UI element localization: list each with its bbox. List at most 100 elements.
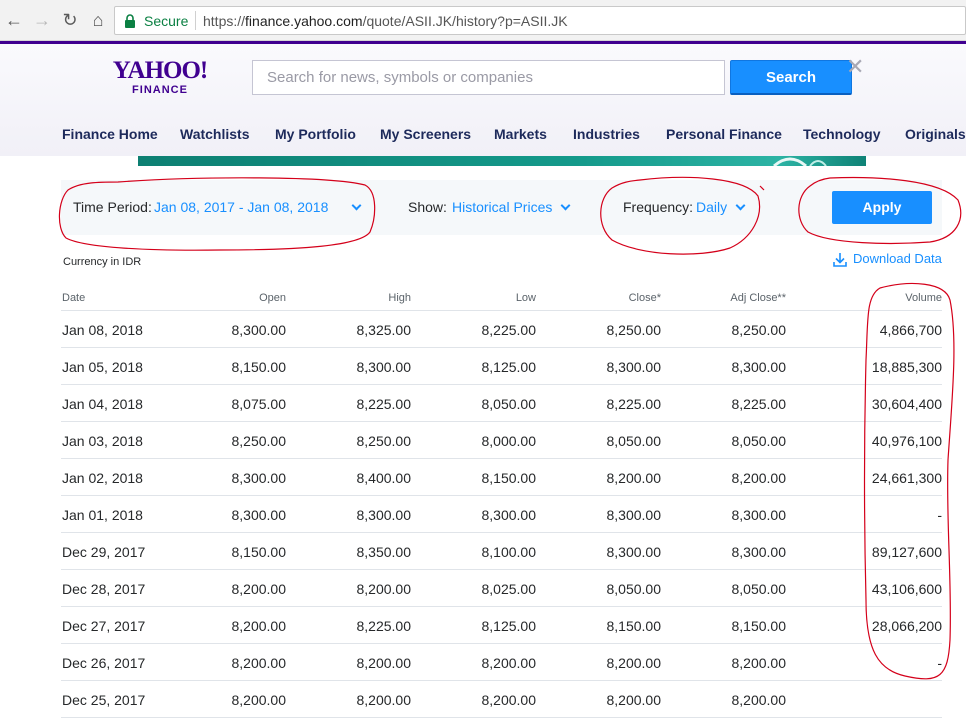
cell-low: 8,150.00 [481, 470, 537, 486]
cell-close: 8,150.00 [606, 618, 662, 634]
cell-high: 8,225.00 [356, 396, 412, 412]
cell-adj-close: 8,250.00 [731, 322, 787, 338]
cell-high: 8,250.00 [356, 433, 412, 449]
search-input[interactable]: Search for news, symbols or companies [252, 60, 725, 95]
nav-item-markets[interactable]: Markets [494, 126, 547, 142]
col-header-adj-close: Adj Close** [730, 292, 786, 304]
show-select[interactable]: Historical Prices [452, 199, 571, 215]
cell-close: 8,250.00 [606, 322, 662, 338]
cell-date: Dec 26, 2017 [62, 655, 146, 671]
logo-sub: FINANCE [132, 84, 188, 96]
nav-item-originals[interactable]: Originals [905, 126, 966, 142]
chevron-down-icon [560, 200, 571, 211]
nav-item-personal-finance[interactable]: Personal Finance [666, 126, 782, 142]
secure-label: Secure [144, 13, 189, 29]
cell-volume: 30,604,400 [871, 396, 942, 412]
historical-prices-table: Date Open High Low Close* Adj Close** Vo… [61, 286, 942, 718]
reload-icon[interactable]: ↻ [59, 9, 81, 31]
cell-date: Dec 27, 2017 [62, 618, 146, 634]
cell-close: 8,200.00 [606, 692, 662, 708]
col-header-low: Low [515, 292, 536, 304]
apply-button[interactable]: Apply [832, 191, 932, 224]
search-button[interactable]: Search [730, 60, 852, 95]
banner-graphic [773, 157, 827, 166]
cell-date: Jan 04, 2018 [62, 396, 143, 412]
cell-low: 8,200.00 [481, 692, 537, 708]
main-nav: Finance Home Watchlists My Portfolio My … [0, 126, 966, 148]
address-bar[interactable]: Secure https://finance.yahoo.com/quote/A… [114, 6, 966, 35]
table-row: Dec 25, 2017 8,200.00 8,200.00 8,200.00 8,20… [61, 681, 942, 718]
show-label: Show: [408, 199, 447, 215]
cell-volume: - [937, 655, 942, 671]
currency-note: Currency in IDR [63, 256, 142, 268]
download-label: Download Data [853, 251, 942, 266]
table-row: Jan 01, 2018 8,300.00 8,300.00 8,300.00 8,30… [61, 496, 942, 533]
time-period-select[interactable]: Jan 08, 2017 - Jan 08, 2018 [154, 199, 362, 215]
cell-low: 8,050.00 [481, 396, 537, 412]
cell-close: 8,050.00 [606, 433, 662, 449]
cell-close: 8,300.00 [606, 359, 662, 375]
cell-open: 8,300.00 [231, 507, 287, 523]
cell-open: 8,200.00 [231, 618, 287, 634]
cell-open: 8,075.00 [231, 396, 287, 412]
cell-adj-close: 8,200.00 [731, 655, 787, 671]
cell-low: 8,200.00 [481, 655, 537, 671]
cell-low: 8,300.00 [481, 507, 537, 523]
nav-item-my-screeners[interactable]: My Screeners [380, 126, 471, 142]
cell-volume: 24,661,300 [871, 470, 942, 486]
cell-volume: 28,066,200 [871, 618, 942, 634]
cell-close: 8,050.00 [606, 581, 662, 597]
nav-item-watchlists[interactable]: Watchlists [180, 126, 250, 142]
cell-date: Jan 03, 2018 [62, 433, 143, 449]
table-row: Jan 08, 2018 8,300.00 8,325.00 8,225.00 8,25… [61, 311, 942, 348]
col-header-date: Date [62, 292, 86, 304]
cell-adj-close: 8,300.00 [731, 359, 787, 375]
cell-high: 8,400.00 [356, 470, 412, 486]
cell-date: Dec 28, 2017 [62, 581, 146, 597]
col-header-close: Close* [628, 292, 661, 304]
cell-adj-close: 8,050.00 [731, 433, 787, 449]
cell-open: 8,200.00 [231, 581, 287, 597]
home-icon[interactable]: ⌂ [87, 9, 109, 31]
cell-adj-close: 8,200.00 [731, 470, 787, 486]
url-text[interactable]: https://finance.yahoo.com/quote/ASII.JK/… [203, 13, 568, 29]
lock-icon [125, 14, 135, 28]
url-path: /quote/ASII.JK/history?p=ASII.JK [362, 13, 568, 29]
yahoo-finance-logo[interactable]: YAHOO! FINANCE [110, 58, 210, 97]
cell-low: 8,225.00 [481, 322, 537, 338]
history-controls: Time Period: Jan 08, 2017 - Jan 08, 2018… [61, 180, 942, 235]
url-scheme: https:// [203, 13, 246, 29]
table-header: Date Open High Low Close* Adj Close** Vo… [61, 286, 942, 311]
cell-high: 8,200.00 [356, 581, 412, 597]
chevron-down-icon [351, 200, 362, 211]
back-icon[interactable]: ← [3, 9, 25, 31]
cell-date: Jan 08, 2018 [62, 322, 143, 338]
cell-high: 8,200.00 [356, 655, 412, 671]
nav-item-industries[interactable]: Industries [573, 126, 640, 142]
nav-item-technology[interactable]: Technology [803, 126, 881, 142]
cell-volume: 18,885,300 [871, 359, 942, 375]
cell-date: Dec 29, 2017 [62, 544, 146, 560]
frequency-select[interactable]: Daily [696, 199, 746, 215]
table-row: Jan 04, 2018 8,075.00 8,225.00 8,050.00 8,22… [61, 385, 942, 422]
table-row: Dec 27, 2017 8,200.00 8,225.00 8,125.00 8,15… [61, 607, 942, 644]
cell-high: 8,325.00 [356, 322, 412, 338]
table-row: Jan 03, 2018 8,250.00 8,250.00 8,000.00 8,05… [61, 422, 942, 459]
cell-low: 8,000.00 [481, 433, 537, 449]
cell-close: 8,225.00 [606, 396, 662, 412]
forward-icon[interactable]: → [31, 9, 53, 31]
ad-banner[interactable] [138, 156, 866, 166]
col-header-high: High [388, 292, 411, 304]
url-host: finance.yahoo.com [245, 13, 363, 29]
cell-close: 8,300.00 [606, 544, 662, 560]
cell-volume: 4,866,700 [879, 322, 942, 338]
cell-adj-close: 8,150.00 [731, 618, 787, 634]
time-period-value: Jan 08, 2017 - Jan 08, 2018 [154, 199, 329, 215]
close-icon[interactable]: ✕ [846, 56, 864, 78]
nav-item-my-portfolio[interactable]: My Portfolio [275, 126, 356, 142]
nav-item-finance-home[interactable]: Finance Home [62, 126, 158, 142]
cell-open: 8,150.00 [231, 544, 287, 560]
cell-open: 8,300.00 [231, 322, 287, 338]
col-header-open: Open [259, 292, 286, 304]
cell-close: 8,200.00 [606, 655, 662, 671]
